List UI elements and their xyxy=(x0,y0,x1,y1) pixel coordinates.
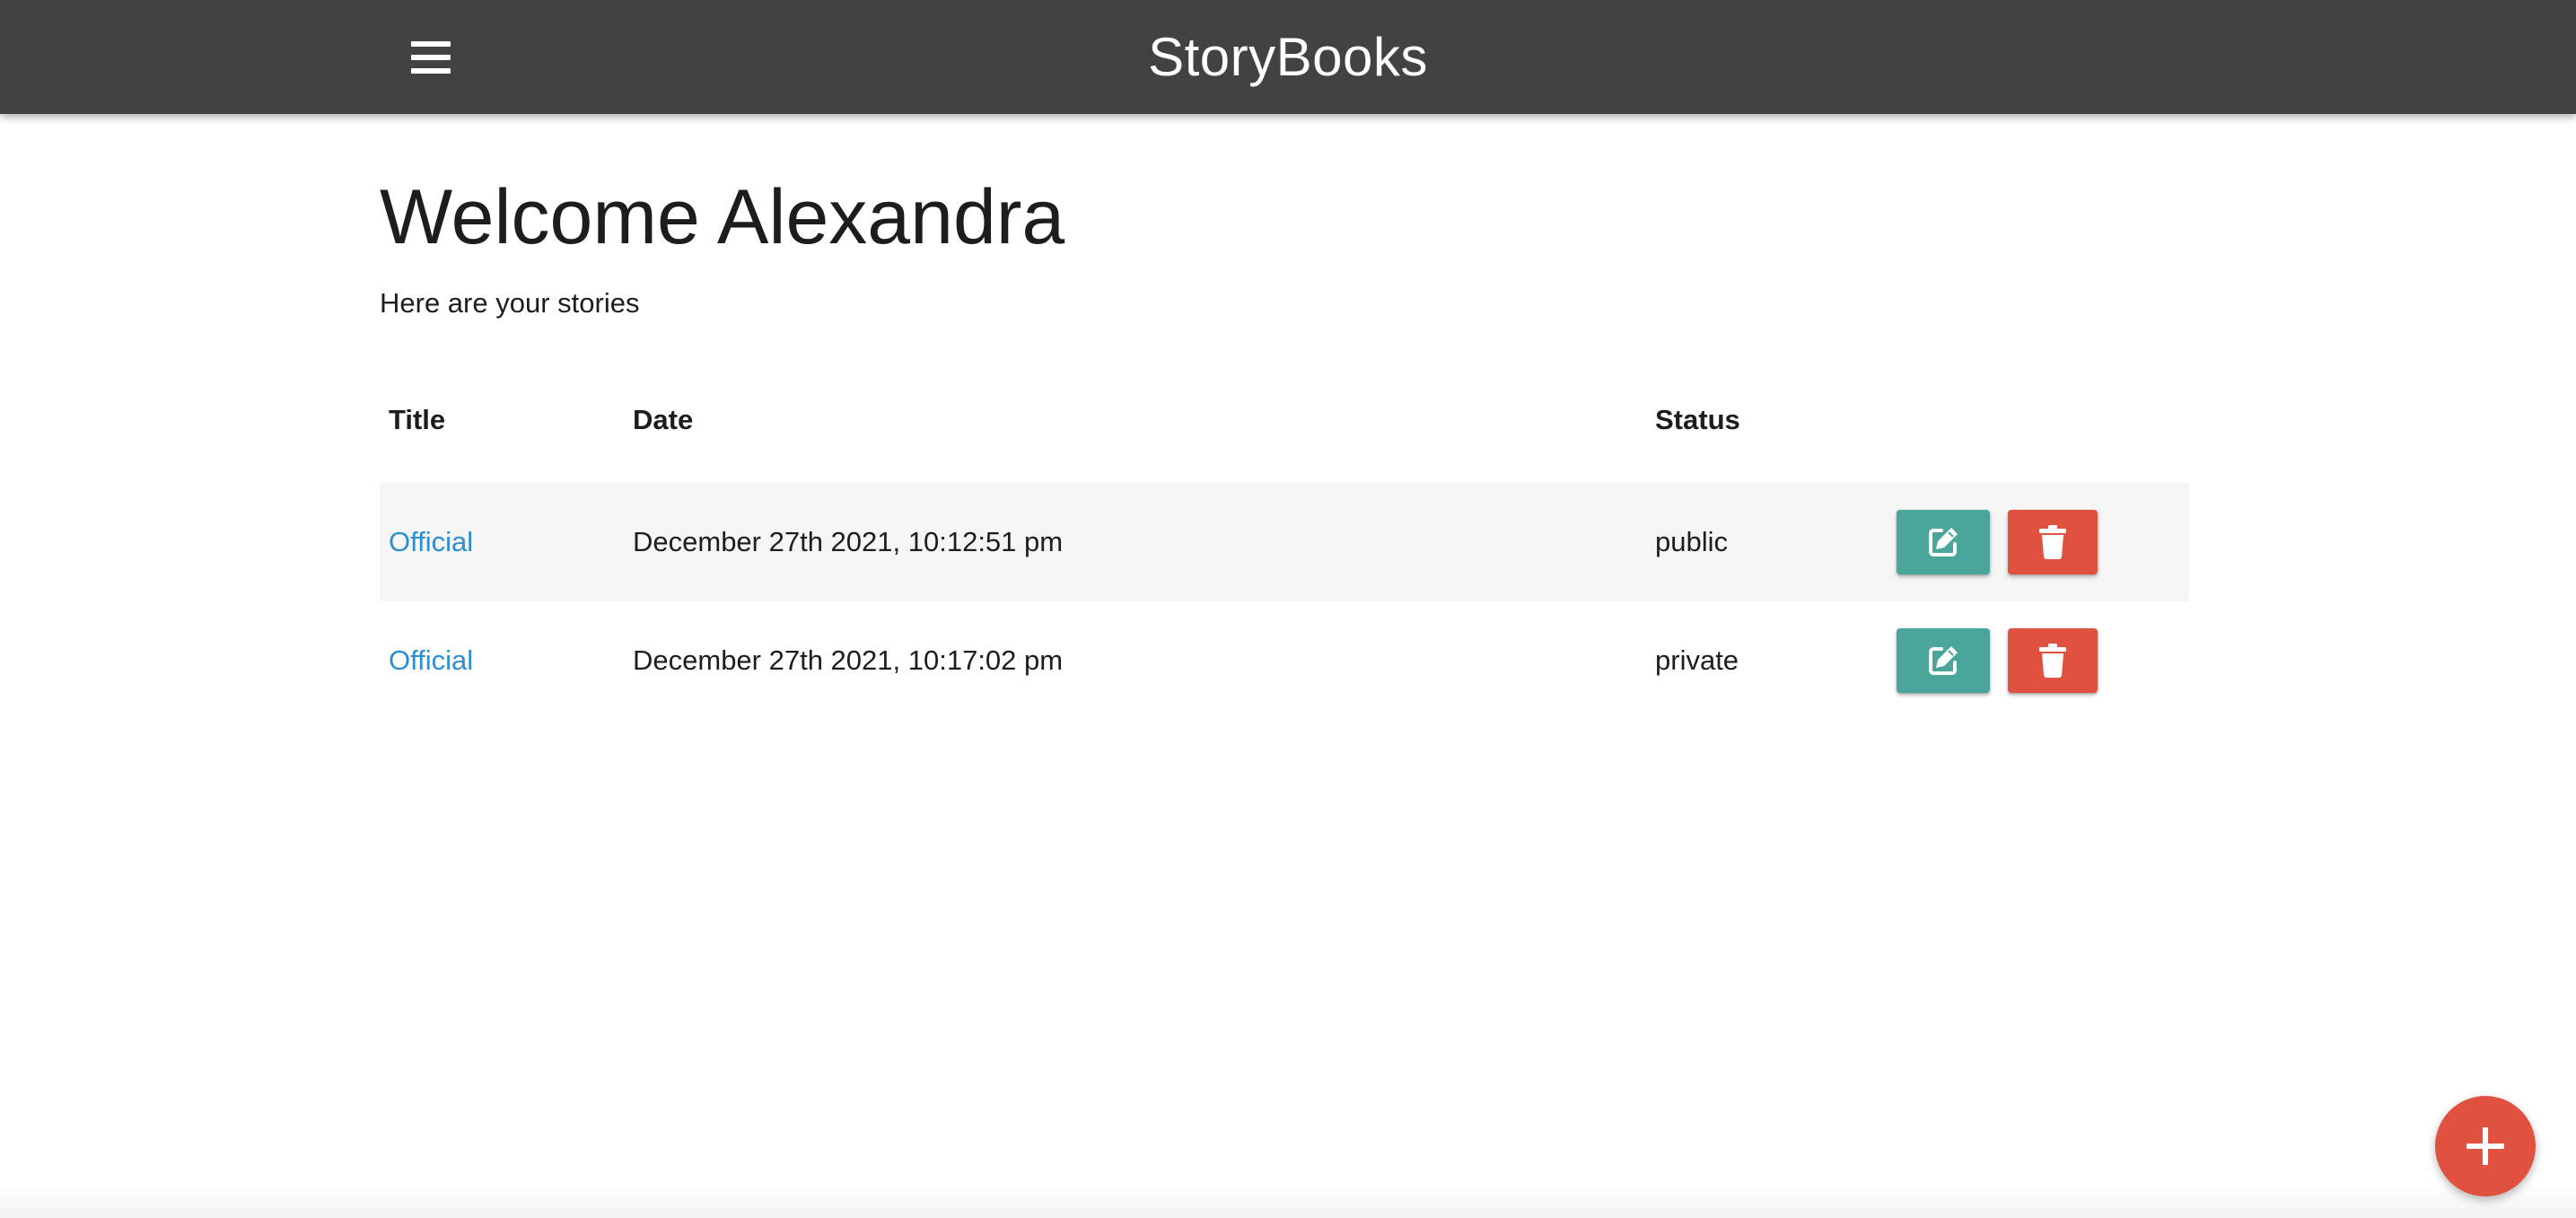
row-actions xyxy=(1897,628,2189,693)
edit-story-button[interactable] xyxy=(1897,628,1990,693)
page-title: Welcome Alexandra xyxy=(380,174,1065,260)
story-status: public xyxy=(1655,526,1728,557)
hamburger-menu-icon xyxy=(411,41,451,74)
delete-story-button[interactable] xyxy=(2008,510,2098,574)
table-row: Official December 27th 2021, 10:17:02 pm… xyxy=(380,601,2189,720)
story-date: December 27th 2021, 10:17:02 pm xyxy=(633,644,1064,676)
plus-icon xyxy=(2466,1127,2504,1165)
table-row: Official December 27th 2021, 10:12:51 pm… xyxy=(380,483,2189,601)
brand-logo-link[interactable]: StoryBooks xyxy=(1148,27,1428,87)
menu-button[interactable] xyxy=(400,27,461,88)
edit-icon xyxy=(1929,646,1958,675)
add-story-button[interactable] xyxy=(2435,1096,2536,1196)
edit-icon xyxy=(1929,528,1958,556)
bottom-shadow xyxy=(0,1182,2576,1218)
trash-icon xyxy=(2039,644,2066,678)
top-navbar: StoryBooks xyxy=(0,0,2576,114)
stories-table: Title Date Status Official December 27th… xyxy=(380,357,2189,720)
story-status: private xyxy=(1655,644,1739,676)
delete-story-button[interactable] xyxy=(2008,628,2098,693)
story-title-link[interactable]: Official xyxy=(389,644,473,676)
row-actions xyxy=(1897,510,2189,574)
page-subtitle: Here are your stories xyxy=(380,287,640,319)
story-title-link[interactable]: Official xyxy=(389,526,473,557)
column-header-date: Date xyxy=(633,404,694,435)
table-header-row: Title Date Status xyxy=(380,357,2189,483)
column-header-title: Title xyxy=(389,404,446,435)
column-header-actions xyxy=(1888,357,2189,483)
story-date: December 27th 2021, 10:12:51 pm xyxy=(633,526,1064,557)
edit-story-button[interactable] xyxy=(1897,510,1990,574)
trash-icon xyxy=(2039,525,2066,559)
column-header-status: Status xyxy=(1655,404,1740,435)
